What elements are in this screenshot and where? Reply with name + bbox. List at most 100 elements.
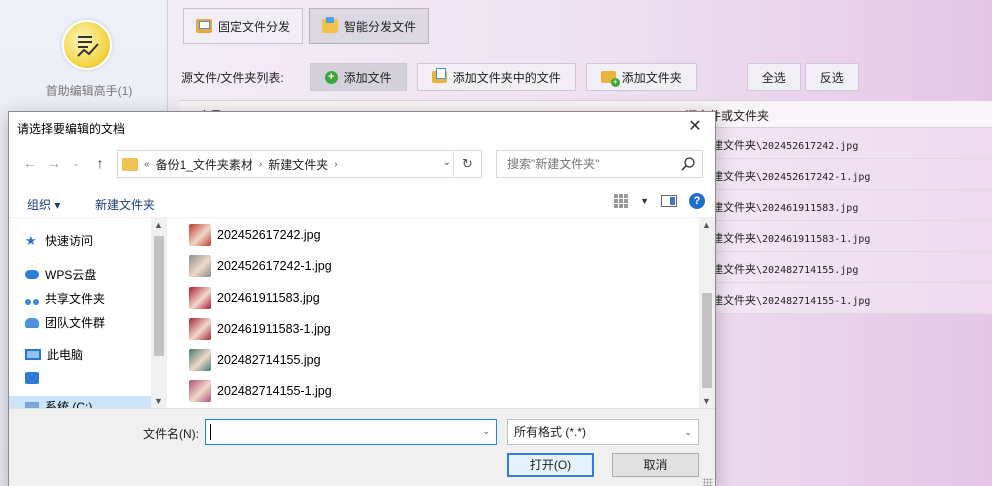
file-list-scrollbar[interactable]: ▲ ▼ [699, 218, 715, 408]
scroll-up-icon[interactable]: ▲ [702, 220, 711, 230]
breadcrumb-separator-icon[interactable]: › [334, 159, 337, 170]
row-path: 建文件夹\202461911583-1.jpg [712, 230, 870, 246]
back-arrow-icon[interactable]: ← [21, 154, 39, 172]
add-folder-button[interactable]: 添加文件夹 [585, 63, 697, 91]
new-folder-button[interactable]: 新建文件夹 [95, 196, 155, 213]
image-thumbnail [189, 224, 211, 246]
filename-input[interactable] [206, 420, 476, 444]
row-path: 建文件夹\202452617242-1.jpg [712, 168, 870, 184]
search-icon[interactable] [680, 156, 696, 172]
scroll-up-icon[interactable]: ▲ [154, 220, 163, 230]
plus-circle-icon: + [324, 70, 338, 84]
filename-combobox: ⌄ [205, 419, 497, 445]
file-list: 202452617242.jpg 202452617242-1.jpg 2024… [175, 218, 699, 408]
image-thumbnail [189, 349, 211, 371]
file-type-select[interactable]: 所有格式 (*.*) ⌄ [507, 419, 699, 445]
nav-item-label: 团队文件群 [45, 316, 106, 330]
navigation-bar: ← → ⌄ ↑ « 备份1_文件夹素材 › 新建文件夹 › ⌄ ↻ [9, 146, 715, 182]
row-path-name: \202452617242.jpg [756, 141, 859, 152]
file-item[interactable]: 202461911583.jpg [189, 285, 320, 311]
row-path: 建文件夹\202482714155.jpg [712, 261, 858, 277]
top-tabs: 固定文件分发 智能分发文件 [175, 8, 430, 48]
chevron-down-icon[interactable]: ▼ [640, 196, 649, 206]
scroll-down-icon[interactable]: ▼ [702, 396, 711, 406]
command-bar: 组织 ▾ 新建文件夹 ▼ ? [9, 188, 715, 218]
organize-button[interactable]: 组织 ▾ [27, 196, 60, 213]
select-all-button[interactable]: 全选 [746, 63, 801, 91]
file-item[interactable]: 202452617242-1.jpg [189, 253, 332, 279]
scrollbar-thumb[interactable] [702, 293, 712, 388]
row-path-prefix: 建文件夹 [712, 171, 756, 183]
nav-item-label: WPS云盘 [45, 268, 97, 282]
add-folder-label: 添加文件夹 [621, 70, 682, 85]
row-path-name: \202461911583.jpg [756, 203, 859, 214]
dialog-footer: 文件名(N): ⌄ 所有格式 (*.*) ⌄ 打开(O) 取消 [9, 408, 715, 486]
add-folder-files-button[interactable]: 添加文件夹中的文件 [416, 63, 576, 91]
nav-pane-scrollbar[interactable]: ▲ ▼ [151, 218, 167, 408]
file-name: 202452617242-1.jpg [217, 259, 332, 273]
preview-pane-icon[interactable] [661, 195, 677, 207]
source-list-label: 源文件/文件夹列表: [181, 70, 284, 85]
invert-selection-label: 反选 [819, 70, 844, 85]
nav-item-quick-access[interactable]: ★ 快速访问 [25, 232, 93, 249]
file-name: 202461911583.jpg [217, 291, 320, 305]
recent-locations-chevron-icon[interactable]: ⌄ [67, 154, 85, 172]
file-item[interactable]: 202482714155.jpg [189, 347, 321, 373]
invert-selection-button[interactable]: 反选 [804, 63, 859, 91]
navigation-pane: ★ 快速访问 WPS云盘 共享文件夹 团队文件群 此电脑 系统 (C:) ▲ ▼ [9, 218, 167, 408]
nav-item-label: 此电脑 [47, 348, 84, 362]
chart-logo-icon[interactable] [62, 20, 112, 70]
nav-item-system-drive[interactable]: 系统 (C:) [25, 396, 92, 408]
nav-item-app[interactable] [25, 372, 45, 384]
resize-grip-icon[interactable] [703, 478, 713, 486]
nav-item-wps-cloud[interactable]: WPS云盘 [25, 266, 96, 283]
cancel-button[interactable]: 取消 [612, 453, 699, 477]
refresh-icon[interactable]: ↻ [453, 151, 481, 177]
file-name: 202482714155-1.jpg [217, 384, 332, 398]
view-options-icon[interactable] [614, 194, 629, 208]
tab-fixed-distribute[interactable]: 固定文件分发 [183, 8, 304, 44]
folder-icon [122, 157, 138, 171]
nav-item-shared-folder[interactable]: 共享文件夹 [25, 290, 105, 307]
forward-arrow-icon[interactable]: → [45, 154, 63, 172]
row-path-prefix: 建文件夹 [712, 202, 756, 214]
fixed-distribute-icon [196, 19, 212, 33]
nav-item-label: 共享文件夹 [45, 292, 106, 306]
add-file-button[interactable]: + 添加文件 [309, 63, 407, 91]
nav-item-team-group[interactable]: 团队文件群 [25, 314, 105, 331]
row-path: 建文件夹\202482714155-1.jpg [712, 292, 870, 308]
search-input[interactable] [497, 151, 667, 177]
file-name: 202461911583-1.jpg [217, 322, 331, 336]
close-icon[interactable]: ✕ [681, 114, 709, 140]
file-item[interactable]: 202461911583-1.jpg [189, 316, 331, 342]
row-path-prefix: 建文件夹 [712, 140, 756, 152]
chevron-down-icon[interactable]: ⌄ [443, 157, 451, 168]
nav-item-this-pc[interactable]: 此电脑 [25, 346, 83, 363]
row-path: 建文件夹\202452617242.jpg [712, 137, 858, 153]
add-folder-files-label: 添加文件夹中的文件 [452, 70, 561, 85]
file-item[interactable]: 202452617242.jpg [189, 222, 321, 248]
address-bar[interactable]: « 备份1_文件夹素材 › 新建文件夹 › ⌄ ↻ [117, 150, 482, 178]
help-icon[interactable]: ? [689, 193, 705, 209]
folder-document-icon [431, 68, 447, 83]
row-path-name: \202461911583-1.jpg [756, 234, 871, 245]
file-name: 202452617242.jpg [217, 228, 321, 242]
breadcrumb-item[interactable]: 备份1_文件夹素材 [156, 156, 253, 173]
source-toolbar: 源文件/文件夹列表: + 添加文件 添加文件夹中的文件 添加文件夹 全选 反选 [175, 60, 992, 94]
open-button[interactable]: 打开(O) [507, 453, 594, 477]
file-item[interactable]: 202482714155-1.jpg [189, 378, 332, 404]
image-thumbnail [189, 287, 211, 309]
scroll-down-icon[interactable]: ▼ [154, 396, 163, 406]
chevron-down-icon[interactable]: ⌄ [482, 426, 490, 437]
address-overflow[interactable]: « [144, 159, 150, 170]
up-arrow-icon[interactable]: ↑ [91, 154, 109, 172]
rail-label[interactable]: 首助编辑高手(1) [14, 82, 164, 99]
folder-add-icon [600, 71, 620, 87]
tab-smart-distribute[interactable]: 智能分发文件 [309, 8, 430, 44]
scrollbar-thumb[interactable] [154, 236, 164, 356]
open-file-dialog: 请选择要编辑的文档 ✕ ← → ⌄ ↑ « 备份1_文件夹素材 › 新建文件夹 … [8, 111, 716, 486]
selection-buttons: 全选 反选 [746, 63, 859, 91]
computer-icon [25, 349, 41, 360]
breadcrumb-item[interactable]: 新建文件夹 [268, 156, 328, 173]
row-path-name: \202482714155-1.jpg [756, 296, 871, 307]
